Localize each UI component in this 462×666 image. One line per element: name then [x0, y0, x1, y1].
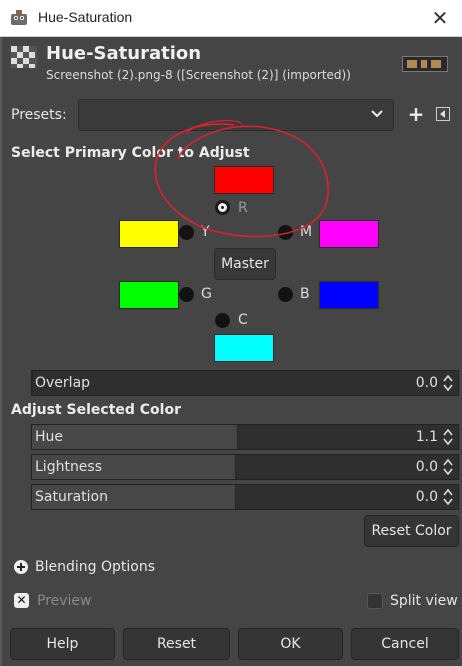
label-cyan: C: [238, 312, 248, 328]
hue-saturation-icon: [11, 46, 37, 68]
label-green: G: [201, 286, 212, 302]
adjust-color-heading: Adjust Selected Color: [11, 402, 181, 418]
radio-green[interactable]: [179, 287, 194, 302]
image-subtitle: Screenshot (2).png-8 ([Screenshot (2)] (…: [46, 68, 351, 82]
ok-button[interactable]: OK: [238, 628, 343, 660]
overlap-fill: [32, 371, 33, 395]
split-view-checkbox[interactable]: [367, 593, 383, 609]
hue-spinscale[interactable]: Hue 1.1: [31, 424, 459, 450]
preview-label: Preview: [37, 593, 92, 609]
overlap-spinscale[interactable]: Overlap 0.0: [31, 370, 459, 396]
label-yellow: Y: [201, 224, 210, 240]
spin-arrows-icon[interactable]: [442, 373, 454, 393]
image-thumbnail: [402, 56, 448, 72]
label-red: R: [238, 200, 248, 216]
spin-arrows-icon[interactable]: [442, 427, 454, 447]
dialog-title: Hue-Saturation: [46, 43, 202, 64]
saturation-spinscale[interactable]: Saturation 0.0: [31, 484, 459, 510]
overlap-label: Overlap: [35, 375, 91, 391]
radio-blue[interactable]: [278, 287, 293, 302]
lightness-spinscale[interactable]: Lightness 0.0: [31, 454, 459, 480]
presets-menu-icon[interactable]: [436, 107, 450, 121]
saturation-value: 0.0: [415, 489, 438, 505]
spin-arrows-icon[interactable]: [442, 457, 454, 477]
spin-arrows-icon[interactable]: [442, 487, 454, 507]
gimp-app-icon: [11, 10, 27, 25]
reset-button[interactable]: Reset: [123, 628, 230, 660]
radio-magenta[interactable]: [278, 225, 293, 240]
hue-label: Hue: [35, 429, 64, 445]
saturation-label: Saturation: [35, 489, 108, 505]
window-title: Hue-Saturation: [38, 9, 133, 25]
radio-cyan[interactable]: [215, 313, 230, 328]
dialog-body: Hue-Saturation Screenshot (2).png-8 ([Sc…: [0, 37, 462, 666]
blending-options-toggle[interactable]: Blending Options: [35, 559, 155, 575]
help-button[interactable]: Help: [10, 628, 115, 660]
reset-color-button[interactable]: Reset Color: [364, 515, 459, 547]
window-titlebar: Hue-Saturation ✕: [0, 0, 462, 37]
swatch-blue[interactable]: [319, 281, 379, 309]
label-blue: B: [300, 286, 310, 302]
swatch-red[interactable]: [214, 166, 274, 194]
radio-yellow[interactable]: [179, 225, 194, 240]
lightness-value: 0.0: [415, 459, 438, 475]
master-button[interactable]: Master: [214, 248, 276, 280]
split-view-label: Split view: [390, 593, 458, 609]
cancel-button[interactable]: Cancel: [351, 628, 459, 660]
add-preset-button[interactable]: +: [405, 102, 427, 126]
lightness-label: Lightness: [35, 459, 103, 475]
overlap-value: 0.0: [415, 375, 438, 391]
swatch-magenta[interactable]: [319, 220, 379, 248]
swatch-yellow[interactable]: [119, 220, 179, 248]
swatch-cyan[interactable]: [214, 334, 274, 362]
presets-dropdown[interactable]: [78, 99, 394, 131]
label-magenta: M: [300, 224, 313, 240]
hue-value: 1.1: [415, 429, 438, 445]
presets-label: Presets:: [11, 107, 67, 123]
chevron-down-icon: [371, 110, 383, 118]
swatch-green[interactable]: [119, 281, 179, 309]
radio-red[interactable]: [215, 200, 230, 215]
close-icon[interactable]: ✕: [426, 4, 454, 32]
preview-checkbox[interactable]: ✕: [14, 593, 29, 608]
expand-plus-icon[interactable]: [14, 560, 28, 574]
primary-color-heading: Select Primary Color to Adjust: [11, 145, 250, 161]
